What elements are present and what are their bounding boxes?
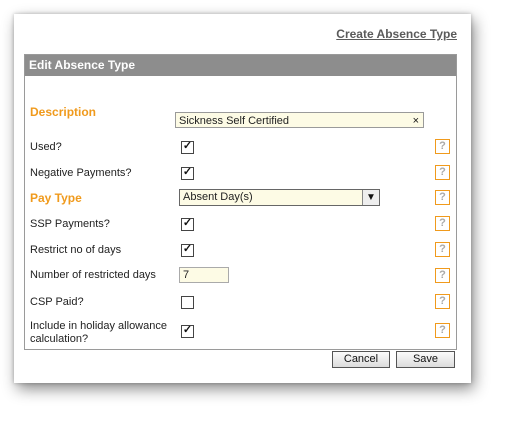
panel-title: Edit Absence Type bbox=[25, 55, 456, 76]
restricted-days-input[interactable]: 7 bbox=[179, 267, 229, 283]
restrict-days-label: Restrict no of days bbox=[30, 244, 122, 256]
ssp-payments-label: SSP Payments? bbox=[30, 218, 110, 230]
help-icon[interactable]: ? bbox=[435, 165, 450, 180]
used-checkbox[interactable]: ✓ bbox=[181, 140, 194, 154]
save-button[interactable]: Save bbox=[396, 351, 455, 368]
pay-type-label: Pay Type bbox=[30, 191, 82, 205]
edit-absence-type-panel: Edit Absence Type Description Sickness S… bbox=[24, 54, 457, 350]
pay-type-select[interactable]: Absent Day(s) ▼ bbox=[179, 189, 380, 206]
description-value: Sickness Self Certified bbox=[179, 115, 290, 127]
restricted-days-label: Number of restricted days bbox=[30, 269, 156, 281]
check-icon: ✓ bbox=[182, 217, 193, 229]
check-icon: ✓ bbox=[182, 140, 193, 152]
csp-paid-label: CSP Paid? bbox=[30, 296, 84, 308]
cancel-button[interactable]: Cancel bbox=[332, 351, 390, 368]
description-label: Description bbox=[30, 105, 97, 119]
help-icon[interactable]: ? bbox=[435, 242, 450, 257]
help-icon[interactable]: ? bbox=[435, 294, 450, 309]
holiday-allowance-checkbox[interactable]: ✓ bbox=[181, 324, 194, 338]
description-input[interactable]: Sickness Self Certified × bbox=[175, 112, 424, 128]
csp-paid-checkbox[interactable] bbox=[181, 296, 194, 309]
create-absence-type-link[interactable]: Create Absence Type bbox=[336, 27, 457, 41]
help-icon[interactable]: ? bbox=[435, 190, 450, 205]
check-icon: ✓ bbox=[182, 324, 193, 336]
restrict-days-checkbox[interactable]: ✓ bbox=[181, 243, 194, 257]
ssp-payments-checkbox[interactable]: ✓ bbox=[181, 217, 194, 231]
clear-icon[interactable]: × bbox=[413, 113, 419, 129]
holiday-allowance-label: Include in holiday allowance calculation… bbox=[30, 320, 167, 346]
help-icon[interactable]: ? bbox=[435, 216, 450, 231]
check-icon: ✓ bbox=[182, 243, 193, 255]
holiday-label-line1: Include in holiday allowance bbox=[30, 320, 167, 332]
help-icon[interactable]: ? bbox=[435, 268, 450, 283]
holiday-label-line2: calculation? bbox=[30, 333, 89, 345]
help-icon[interactable]: ? bbox=[435, 323, 450, 338]
used-label: Used? bbox=[30, 141, 62, 153]
pay-type-value: Absent Day(s) bbox=[183, 191, 253, 203]
negative-payments-checkbox[interactable]: ✓ bbox=[181, 166, 194, 180]
help-icon[interactable]: ? bbox=[435, 139, 450, 154]
chevron-down-icon[interactable]: ▼ bbox=[362, 190, 379, 205]
check-icon: ✓ bbox=[182, 166, 193, 178]
negative-payments-label: Negative Payments? bbox=[30, 167, 132, 179]
